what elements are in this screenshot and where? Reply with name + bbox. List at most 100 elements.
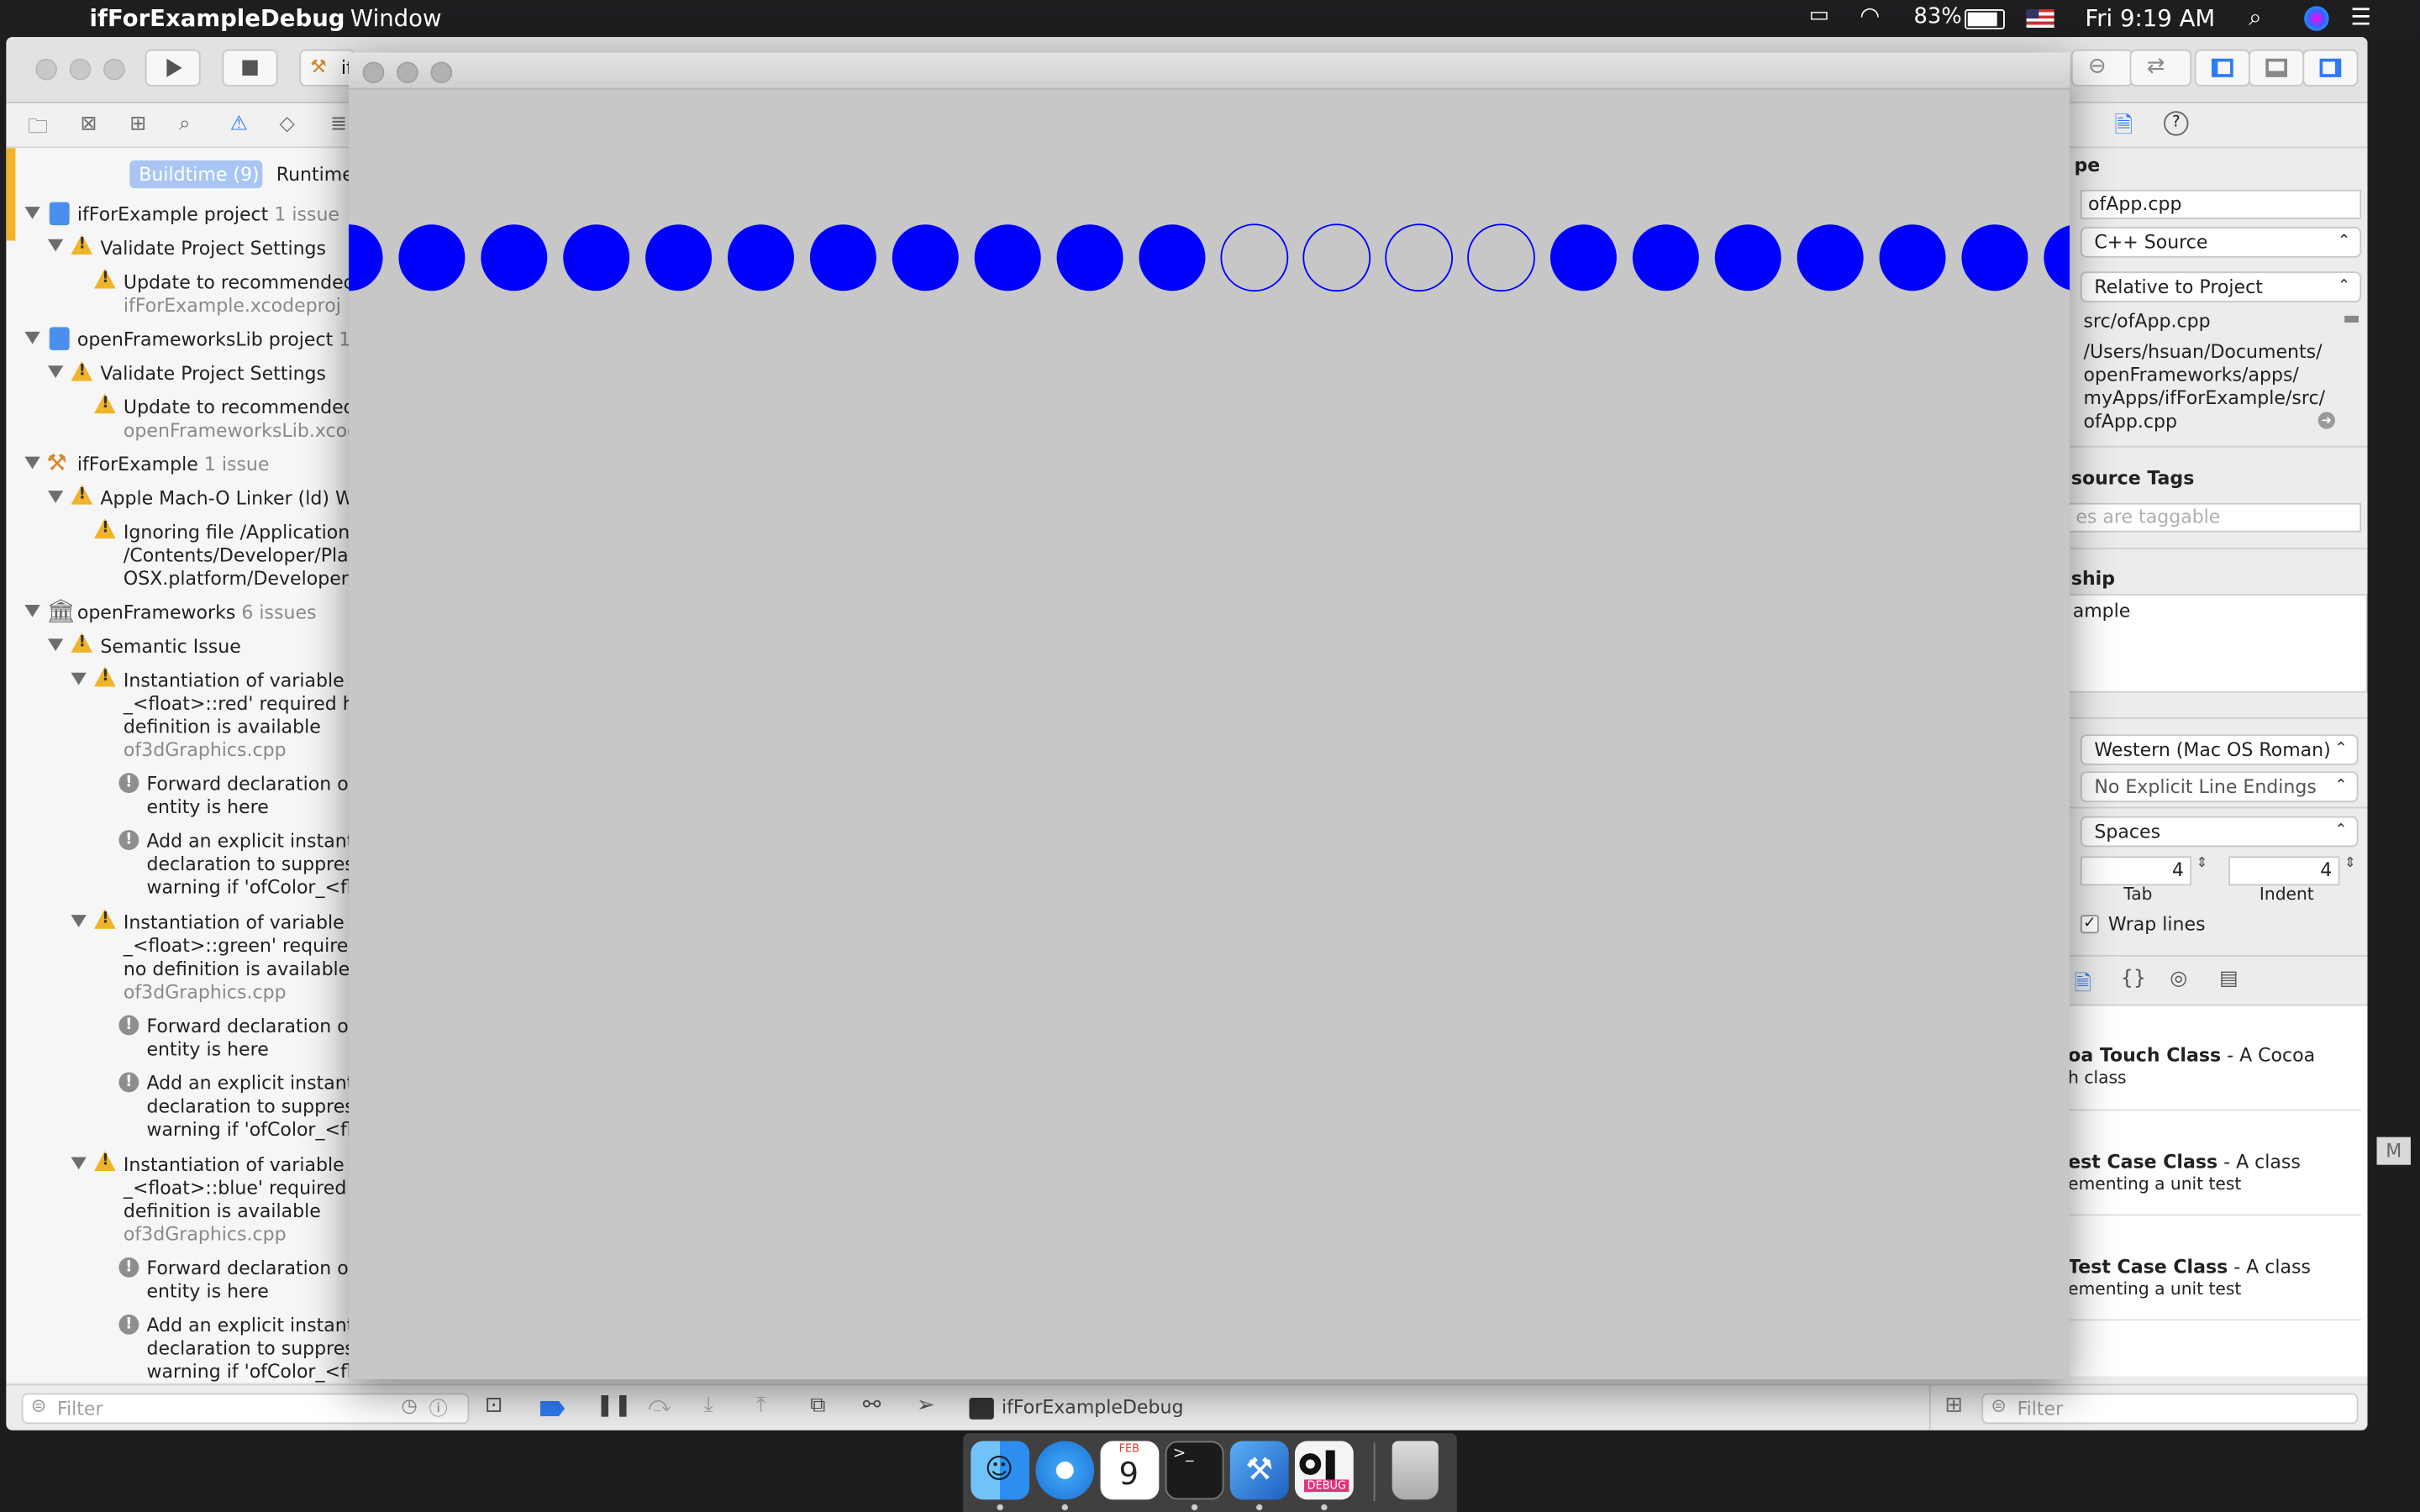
- spotlight-icon[interactable]: ⌕: [2249, 3, 2261, 31]
- issue-section[interactable]: Semantic Issue: [100, 636, 240, 658]
- library-filter-input[interactable]: Filter: [1981, 1393, 2359, 1425]
- app-close-button[interactable]: [362, 61, 385, 84]
- membership-item[interactable]: ample: [2073, 600, 2131, 622]
- hide-debug-area-icon[interactable]: ⊡: [485, 1394, 503, 1418]
- menu-app-name[interactable]: ifForExampleDebug: [90, 5, 345, 33]
- trash-icon[interactable]: [1392, 1441, 1439, 1500]
- grid-view-icon[interactable]: ⊞: [1944, 1394, 1963, 1418]
- group-title[interactable]: ifForExample 1 issue: [77, 454, 270, 475]
- template-item[interactable]: Test Case Class - A class: [2068, 1256, 2311, 1278]
- stop-button[interactable]: [222, 49, 278, 87]
- indent-using-select[interactable]: Spaces: [2080, 816, 2359, 848]
- file-name-field[interactable]: ofApp.cpp: [2080, 189, 2362, 219]
- tags-field[interactable]: es are taggable: [2068, 502, 2362, 533]
- minimize-button[interactable]: [69, 58, 92, 81]
- disclosure-triangle[interactable]: [47, 638, 64, 652]
- issue-section[interactable]: Validate Project Settings: [100, 363, 326, 385]
- note-line[interactable]: Forward declaration of: [146, 1016, 355, 1037]
- app-minimize-button[interactable]: [397, 61, 418, 84]
- step-out-icon[interactable]: ⤒: [756, 1394, 765, 1418]
- siri-icon[interactable]: [2304, 6, 2329, 31]
- memory-graph-icon[interactable]: ⚯: [863, 1394, 881, 1418]
- object-library-icon[interactable]: ◎: [2170, 968, 2187, 991]
- indent-stepper[interactable]: ⇕: [2344, 856, 2356, 871]
- terminal-icon[interactable]: >_: [1165, 1441, 1224, 1500]
- line-endings-select[interactable]: No Explicit Line Endings: [2080, 771, 2359, 803]
- template-item[interactable]: est Case Class - A class: [2068, 1151, 2301, 1173]
- issue-section[interactable]: Validate Project Settings: [100, 238, 326, 260]
- step-into-icon[interactable]: ⤓: [704, 1394, 713, 1418]
- issue-line[interactable]: Instantiation of variable 'o: [124, 669, 366, 691]
- battery-icon[interactable]: [1965, 9, 2005, 29]
- tab-width-field[interactable]: 4: [2080, 856, 2192, 886]
- text-encoding-select[interactable]: Western (Mac OS Roman): [2080, 734, 2359, 766]
- file-type-select[interactable]: C++ Source: [2080, 226, 2362, 258]
- issue-navigator-icon[interactable]: ⚠: [230, 113, 248, 136]
- wifi-icon[interactable]: ◠: [1860, 2, 1880, 29]
- quick-help-icon[interactable]: ?: [2164, 111, 2189, 136]
- flag-icon[interactable]: [2026, 9, 2054, 29]
- location-icon[interactable]: ➢: [917, 1394, 935, 1418]
- run-button[interactable]: [145, 49, 201, 87]
- find-icon[interactable]: ⌕: [179, 113, 190, 136]
- toggle-navigator-button[interactable]: [2194, 49, 2250, 87]
- xcode-icon[interactable]: ⚒: [1229, 1441, 1289, 1500]
- disclosure-triangle[interactable]: [47, 239, 64, 252]
- app-zoom-button[interactable]: [430, 61, 453, 84]
- wrap-lines-checkbox[interactable]: ✓: [2080, 915, 2099, 934]
- indent-width-field[interactable]: 4: [2228, 856, 2340, 886]
- airplay-icon[interactable]: ▭: [1809, 3, 1829, 28]
- notification-center-icon[interactable]: ☰: [2350, 3, 2371, 31]
- toggle-debug-button[interactable]: [2249, 49, 2305, 87]
- folder-icon[interactable]: ▬: [2343, 307, 2360, 329]
- reveal-arrow-icon[interactable]: ➜: [2317, 412, 2335, 429]
- file-template-icon[interactable]: 🗎: [2075, 968, 2092, 1005]
- disclosure-triangle[interactable]: [71, 1157, 87, 1170]
- group-title[interactable]: ifForExample project 1 issue: [77, 203, 339, 225]
- report-icon[interactable]: ≣: [330, 113, 347, 136]
- disclosure-triangle[interactable]: [47, 491, 64, 503]
- finder-icon[interactable]: ☺: [971, 1441, 1030, 1500]
- disclosure-triangle[interactable]: [24, 331, 40, 344]
- note-line[interactable]: Add an explicit instanti: [146, 830, 359, 852]
- app-title-bar[interactable]: [349, 52, 2070, 90]
- membership-list[interactable]: ample: [2068, 594, 2368, 693]
- disclosure-triangle[interactable]: [24, 207, 40, 219]
- issue-filter-icon[interactable]: ⓘ: [429, 1394, 448, 1420]
- pause-icon[interactable]: ❚❚: [596, 1394, 632, 1418]
- debug-target-name[interactable]: ifForExampleDebug: [1002, 1396, 1183, 1418]
- close-button[interactable]: [35, 58, 57, 81]
- issue-line[interactable]: Instantiation of variable 'o: [124, 1154, 366, 1176]
- tab-runtime[interactable]: Runtime: [276, 164, 354, 186]
- calendar-icon[interactable]: FEB 9: [1100, 1441, 1160, 1500]
- test-icon[interactable]: ◇: [279, 113, 294, 136]
- symbol-icon[interactable]: ⊞: [129, 113, 146, 136]
- assistant-editor-button[interactable]: ⇄: [2129, 49, 2192, 87]
- openframeworks-app-icon[interactable]: DEBUG: [1294, 1441, 1354, 1500]
- disclosure-triangle[interactable]: [71, 672, 87, 685]
- disclosure-triangle[interactable]: [24, 456, 40, 470]
- media-library-icon[interactable]: ▤: [2219, 968, 2238, 991]
- menu-window[interactable]: Window: [350, 5, 442, 33]
- disclosure-triangle[interactable]: [71, 915, 87, 927]
- template-item[interactable]: oa Touch Class - A Cocoa: [2068, 1044, 2315, 1066]
- issue-line[interactable]: Instantiation of variable 'o: [124, 911, 366, 933]
- scheme-selector[interactable]: ⚒ if: [299, 49, 355, 87]
- group-title[interactable]: openFrameworksLib project 1 i: [77, 328, 362, 350]
- tab-stepper[interactable]: ⇕: [2196, 856, 2208, 871]
- file-inspector-icon[interactable]: 🗎: [2114, 109, 2133, 148]
- issue-item[interactable]: Update to recommended: [124, 271, 355, 293]
- zoom-button[interactable]: [103, 58, 125, 81]
- location-select[interactable]: Relative to Project: [2080, 271, 2362, 302]
- issue-item[interactable]: Update to recommended: [124, 396, 355, 418]
- code-snippet-icon[interactable]: {}: [2121, 968, 2146, 991]
- note-line[interactable]: Forward declaration of: [146, 1257, 355, 1279]
- note-line[interactable]: Add an explicit instanti: [146, 1315, 359, 1336]
- menu-clock[interactable]: Fri 9:19 AM: [2085, 5, 2215, 33]
- toggle-inspector-button[interactable]: [2302, 49, 2359, 87]
- breakpoints-icon[interactable]: [539, 1400, 566, 1417]
- tab-buildtime[interactable]: Buildtime (9): [129, 160, 263, 189]
- note-line[interactable]: Add an explicit instanti: [146, 1073, 359, 1095]
- issue-line[interactable]: Ignoring file /Applications: [124, 522, 360, 543]
- folder-icon[interactable]: 🗀: [28, 113, 48, 146]
